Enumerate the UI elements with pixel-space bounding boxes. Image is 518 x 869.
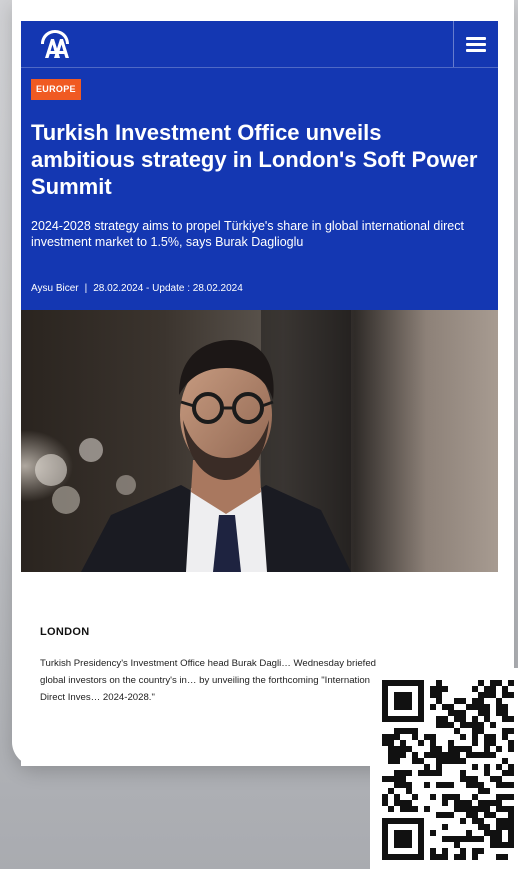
article-header: EUROPE Turkish Investment Office unveils… <box>21 21 498 310</box>
article-photo <box>21 310 498 572</box>
top-navigation-bar <box>21 21 498 68</box>
article-paragraph: Turkish Presidency's Investment Office h… <box>40 658 378 703</box>
byline: Aysu Bicer | 28.02.2024 - Update : 28.02.2… <box>31 282 491 296</box>
dateline: LONDON <box>40 626 90 638</box>
article-subheadline: 2024-2028 strategy aims to propel Türkiy… <box>31 219 464 249</box>
aa-logo-icon[interactable] <box>35 27 75 61</box>
publish-dates: 28.02.2024 - Update : 28.02.2024 <box>93 283 243 294</box>
category-badge[interactable]: EUROPE <box>31 79 81 100</box>
author-name[interactable]: Aysu Bicer <box>31 283 79 294</box>
qr-code-icon[interactable] <box>370 668 518 869</box>
byline-separator: | <box>84 283 88 294</box>
hamburger-menu-icon[interactable] <box>453 21 498 67</box>
article-headline: Turkish Investment Office unveils ambiti… <box>31 120 478 199</box>
